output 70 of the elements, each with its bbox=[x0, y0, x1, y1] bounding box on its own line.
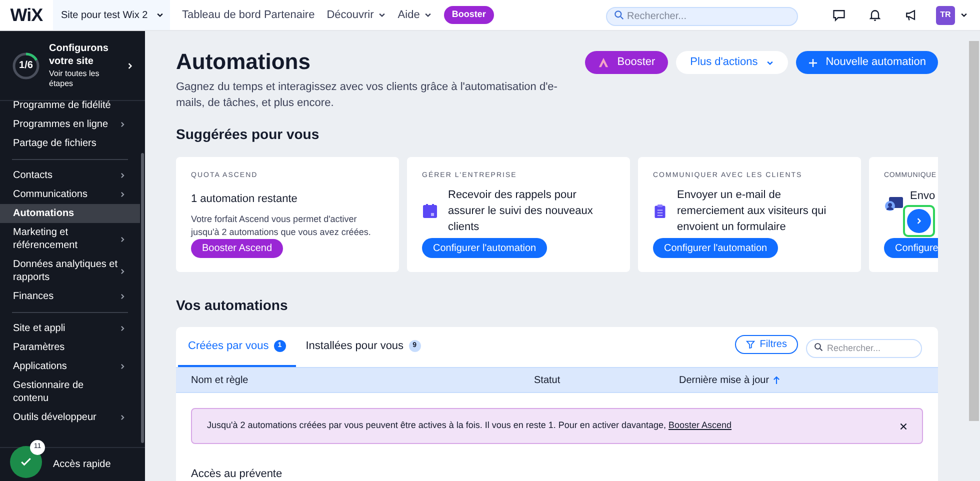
column-header: Dernière mise à jour bbox=[679, 374, 770, 388]
card-title: 1 automation restante bbox=[191, 192, 298, 206]
progress-ring: 1/6 bbox=[11, 50, 41, 80]
card-description: Votre forfait Ascend vous permet d'activer jusqu'à 2 automations que vous avez créées. bbox=[191, 213, 372, 239]
page-title: Automations bbox=[176, 48, 312, 76]
sidebar-item[interactable]: Données analytiques et rapports bbox=[0, 255, 140, 287]
booster-ascend-link[interactable]: Booster Ascend bbox=[668, 420, 732, 430]
configure-button[interactable]: Configurer l'automation bbox=[422, 238, 548, 258]
section-title: Vos automations bbox=[176, 296, 289, 315]
configure-button[interactable]: Configure bbox=[884, 238, 938, 258]
avatar[interactable]: TR bbox=[936, 6, 955, 24]
booster-ascend-button[interactable]: Booster Ascend bbox=[191, 239, 284, 258]
nav-link[interactable]: Découvrir bbox=[326, 6, 386, 24]
section-title: Suggérées pour vous bbox=[176, 125, 320, 144]
sidebar-item[interactable]: Site et appli bbox=[0, 319, 140, 338]
sidebar-item[interactable]: Finances bbox=[0, 287, 140, 306]
scrollbar[interactable] bbox=[141, 153, 144, 443]
sidebar-item[interactable]: Gestionnaire de contenu bbox=[0, 376, 140, 408]
nav-link[interactable]: Aide bbox=[398, 6, 432, 24]
chat-icon bbox=[832, 8, 846, 22]
column-header: Statut bbox=[534, 374, 560, 388]
chevron-down-icon bbox=[156, 11, 164, 19]
chevron-right-icon bbox=[915, 217, 923, 225]
sidebar-item[interactable]: Contacts bbox=[0, 166, 140, 185]
sidebar-item[interactable]: Automations bbox=[0, 204, 140, 223]
column-header: Nom et règle bbox=[191, 374, 248, 388]
new-automation-button[interactable]: Nouvelle automation bbox=[796, 51, 938, 74]
sidebar-item[interactable]: Paramètres bbox=[0, 338, 140, 357]
sidebar-item[interactable]: Communications bbox=[0, 185, 140, 204]
setup-title: Configurons votre site bbox=[49, 42, 110, 68]
sidebar-item[interactable]: Outils développeur bbox=[0, 408, 140, 427]
search-icon bbox=[814, 342, 823, 352]
booster-badge[interactable]: Booster bbox=[444, 6, 494, 24]
filter-icon bbox=[746, 340, 755, 349]
sidebar-item[interactable]: Partage de fichiers bbox=[0, 134, 140, 153]
ascend-icon bbox=[598, 57, 610, 68]
scrollbar[interactable] bbox=[969, 41, 979, 421]
chevron-down-icon bbox=[766, 58, 774, 66]
configure-button[interactable]: Configurer l'automation bbox=[653, 238, 778, 258]
sidebar-item[interactable]: Programme de fidélité bbox=[0, 96, 140, 115]
setup-link[interactable]: Voir toutes les étapes bbox=[49, 69, 118, 89]
banner-text: Jusqu'à 2 automations créées par vous peuvent être actives à la fois. Il vous en reste 1. Pour en activer davantage, Booster Ascend bbox=[207, 419, 732, 432]
page-description: Gagnez du temps et interagissez avec vos clients grâce à l'automatisation d'e-mails, de tâches, et plus encore. bbox=[176, 80, 558, 111]
site-selector[interactable]: Site pour test Wix 2 bbox=[53, 0, 170, 30]
nav-link[interactable]: Tableau de bord Partenaire bbox=[182, 6, 315, 24]
quick-access-button[interactable]: Accès rapide bbox=[53, 457, 111, 472]
sidebar-item[interactable]: Marketing et référencement bbox=[0, 223, 140, 255]
card-title: Envoyer un e-mail de remerciement aux visiteurs qui envoient un formulaire bbox=[677, 188, 828, 234]
sidebar-item[interactable]: Programmes en ligne bbox=[0, 115, 140, 134]
bell-icon bbox=[868, 8, 882, 22]
card-title: Envo bbox=[910, 188, 936, 204]
sidebar-item[interactable]: Applications bbox=[0, 357, 140, 376]
logo: WiX bbox=[9, 4, 44, 26]
search-icon bbox=[614, 10, 624, 20]
search-field[interactable]: Rechercher... bbox=[806, 338, 922, 358]
clipboard-icon bbox=[653, 202, 667, 220]
more-actions-button[interactable]: Plus d'actions bbox=[676, 51, 788, 74]
calendar-icon bbox=[422, 202, 438, 218]
card-title: Recevoir des rappels pour assurer le suivi des nouveaux clients bbox=[448, 188, 594, 234]
booster-button[interactable]: Booster bbox=[585, 51, 668, 74]
section-heading: Accès au prévente bbox=[191, 467, 284, 481]
search-field[interactable]: Rechercher... bbox=[606, 7, 798, 26]
filter-button[interactable]: Filtres bbox=[734, 335, 798, 354]
close-icon bbox=[900, 422, 907, 430]
megaphone-icon bbox=[904, 8, 918, 22]
chevron-right-icon bbox=[126, 62, 134, 70]
plus-icon bbox=[808, 58, 818, 68]
contact-card-icon bbox=[884, 196, 904, 212]
checklist-button[interactable] bbox=[10, 446, 42, 478]
chevron-down-icon bbox=[960, 11, 968, 19]
